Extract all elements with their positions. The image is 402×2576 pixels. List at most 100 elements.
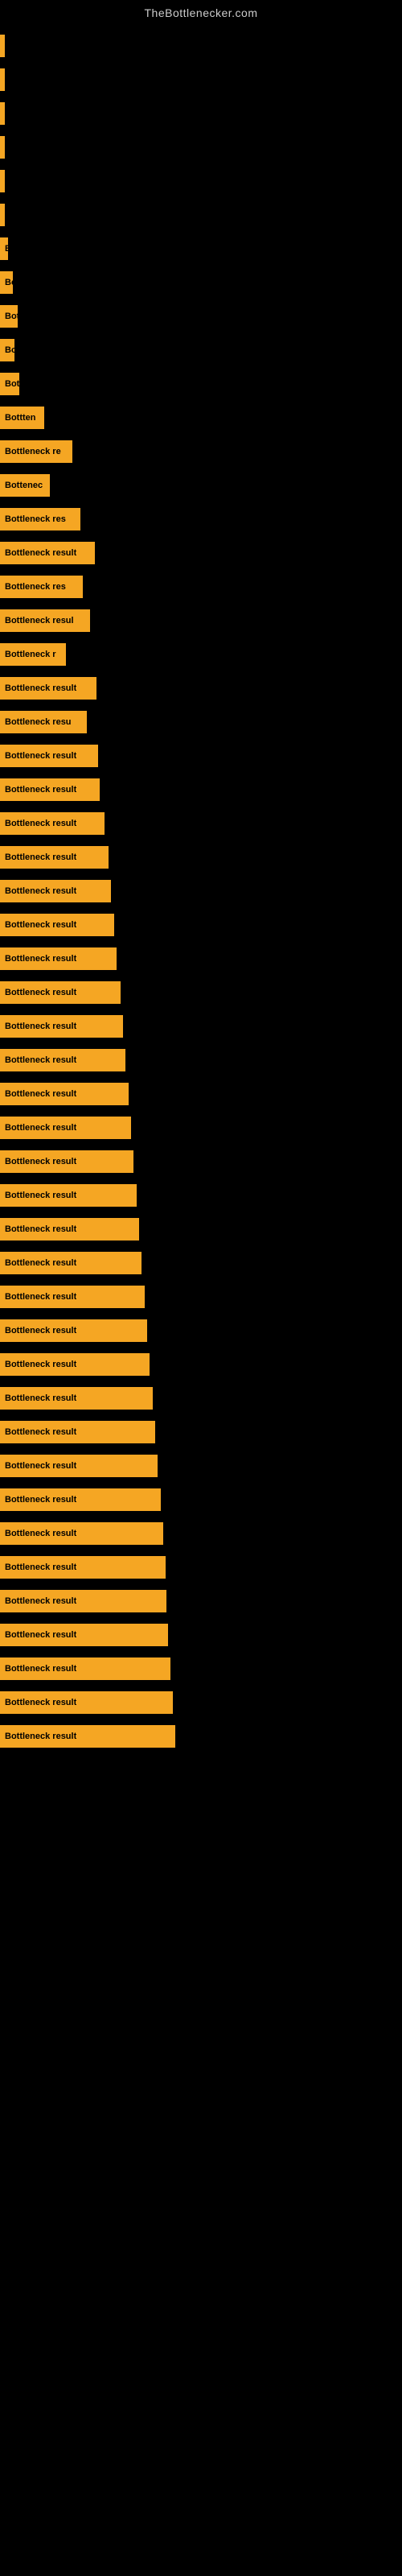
bar-label: Bottleneck result (5, 1630, 76, 1640)
bar-label: Bottleneck result (5, 954, 76, 964)
bar-row: Bottleneck result (0, 1518, 402, 1549)
bar (0, 170, 5, 192)
bar: Bottleneck re (0, 440, 72, 463)
bar-label: Bottleneck result (5, 1529, 76, 1538)
bar-row: Bottleneck result (0, 1653, 402, 1684)
bar-label: Bottleneck result (5, 1563, 76, 1572)
bar-row: Bottleneck resu (0, 707, 402, 737)
bar: Bottleneck result (0, 778, 100, 801)
bar-label: Bottleneck result (5, 1664, 76, 1674)
bar-row: Bottleneck result (0, 1214, 402, 1245)
bar (0, 102, 5, 125)
bar: Bottleneck result (0, 1049, 125, 1071)
bar-label: Bottenec (5, 481, 43, 490)
bar-row (0, 166, 402, 196)
bar-row: Bo (0, 267, 402, 298)
bar-label: Bottleneck result (5, 1191, 76, 1200)
bar-row (0, 132, 402, 163)
bar-row: B (0, 233, 402, 264)
bar-label: Bottleneck result (5, 1732, 76, 1741)
bar-label: Bottleneck result (5, 1258, 76, 1268)
bar: Bottleneck result (0, 745, 98, 767)
bar-row: Bottleneck result (0, 1721, 402, 1752)
bar-row: Bottleneck result (0, 1180, 402, 1211)
bar: Bottleneck r (0, 643, 66, 666)
bar (0, 204, 5, 226)
bar-label: Bot (5, 312, 18, 321)
bar: B (0, 237, 8, 260)
bar: Bottleneck result (0, 981, 121, 1004)
bar: Bottleneck resu (0, 711, 87, 733)
bar: Bottleneck result (0, 1691, 173, 1714)
bar-row: Bottleneck result (0, 1620, 402, 1650)
bar-row (0, 31, 402, 61)
bar-row: Bottleneck r (0, 639, 402, 670)
bar: Bottleneck result (0, 1590, 166, 1612)
bar-row: Bottleneck result (0, 1349, 402, 1380)
bar: Bottleneck result (0, 846, 109, 869)
bar-label: Bottleneck re (5, 447, 61, 456)
bar: Bottleneck result (0, 677, 96, 700)
bar-row: Bottleneck result (0, 1113, 402, 1143)
bar-label: B (5, 244, 8, 254)
bar: Bottleneck result (0, 1522, 163, 1545)
bars-container: B Bo Bot Bo Bot Bottten Bottleneck re Bottenec B… (0, 23, 402, 1763)
bar-row: Bottleneck result (0, 1079, 402, 1109)
bar-row: Bottleneck result (0, 842, 402, 873)
bar: Bottten (0, 407, 44, 429)
bar-label: Bottleneck result (5, 1157, 76, 1166)
bar: Bottleneck result (0, 1184, 137, 1207)
bar-row: Bottleneck result (0, 673, 402, 704)
bar-label: Bot (5, 379, 19, 389)
bar-row: Bottleneck result (0, 1146, 402, 1177)
bar-row: Bottleneck result (0, 741, 402, 771)
bar: Bottleneck res (0, 576, 83, 598)
bar-label: Bottleneck result (5, 852, 76, 862)
bar-label: Bottleneck resu (5, 717, 72, 727)
bar-label: Bo (5, 278, 13, 287)
bar-row: Bottleneck res (0, 572, 402, 602)
bar: Bottleneck result (0, 1488, 161, 1511)
bar-row: Bottleneck result (0, 1045, 402, 1075)
bar: Bottleneck res (0, 508, 80, 530)
bar-label: Bottleneck result (5, 1698, 76, 1707)
bar-label: Bottleneck resul (5, 616, 74, 625)
bar-row: Bottleneck result (0, 943, 402, 974)
bar: Bottleneck result (0, 1725, 175, 1748)
bar-label: Bottleneck result (5, 1022, 76, 1031)
bar: Bottleneck result (0, 914, 114, 936)
bar-label: Bottleneck result (5, 1495, 76, 1505)
bar-row: Bottleneck result (0, 1552, 402, 1583)
bar-label: Bottleneck result (5, 1393, 76, 1403)
bar-row: Bottleneck result (0, 1248, 402, 1278)
bar-row: Bot (0, 301, 402, 332)
bar-label: Bottleneck res (5, 514, 66, 524)
bar-row: Bottleneck result (0, 1011, 402, 1042)
bar-row: Bottleneck result (0, 538, 402, 568)
bar-label: Bottleneck result (5, 886, 76, 896)
bar: Bottleneck result (0, 1150, 133, 1173)
bar-label: Bottten (5, 413, 36, 423)
bar: Bottleneck result (0, 542, 95, 564)
bar-label: Bottleneck result (5, 1292, 76, 1302)
bar: Bottleneck result (0, 1252, 142, 1274)
bar: Bottleneck result (0, 1286, 145, 1308)
bar: Bottleneck result (0, 1455, 158, 1477)
bar-row: Bottleneck result (0, 1484, 402, 1515)
bar: Bottleneck result (0, 1083, 129, 1105)
bar-label: Bottleneck res (5, 582, 66, 592)
bar-label: Bottleneck result (5, 1089, 76, 1099)
bar-row: Bottleneck result (0, 876, 402, 906)
bar-row: Bottleneck result (0, 977, 402, 1008)
bar: Bot (0, 305, 18, 328)
bar: Bottleneck result (0, 1218, 139, 1241)
bar (0, 136, 5, 159)
bar-row: Bo (0, 335, 402, 365)
bar-row (0, 98, 402, 129)
bar-row: Bottleneck result (0, 910, 402, 940)
bar: Bottleneck result (0, 812, 105, 835)
bar: Bottleneck result (0, 1556, 166, 1579)
bar: Bottleneck result (0, 1624, 168, 1646)
bar: Bo (0, 271, 13, 294)
bar-label: Bottleneck result (5, 1461, 76, 1471)
